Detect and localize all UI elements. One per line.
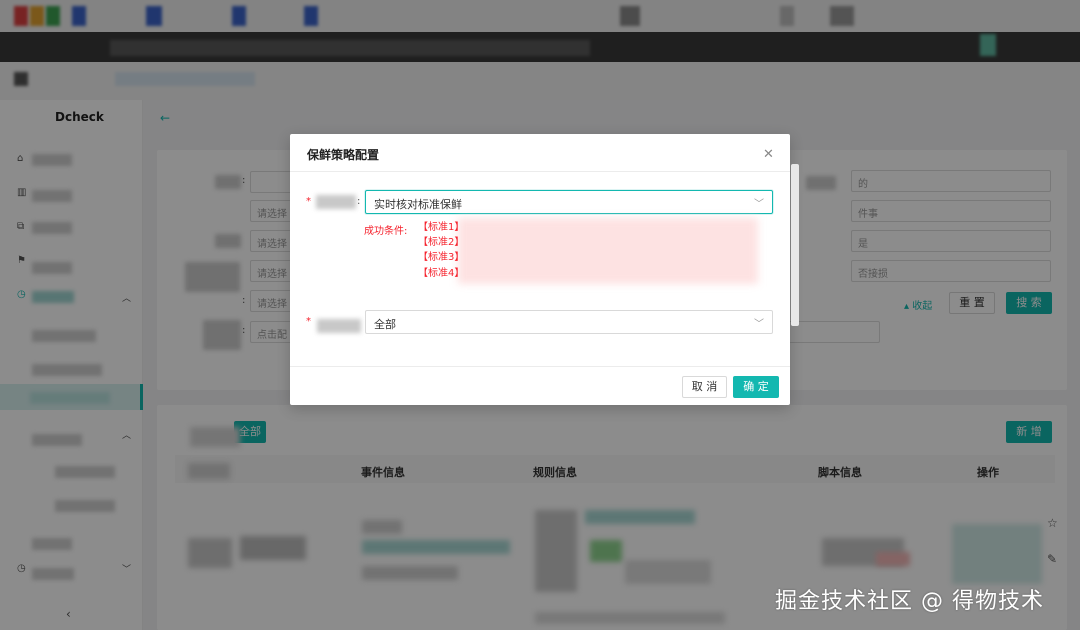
strategy-config-modal: 保鲜策略配置 ✕ * : 实时核对标准保鲜 ﹀ 成功条件: 【标准1】 【标准2… bbox=[290, 134, 799, 405]
field-label-strategy bbox=[316, 195, 356, 209]
cancel-button[interactable]: 取 消 bbox=[682, 376, 727, 398]
success-conditions-title: 成功条件: bbox=[364, 226, 408, 237]
close-icon[interactable]: ✕ bbox=[763, 147, 774, 162]
field-colon: : bbox=[357, 196, 361, 207]
required-mark: * bbox=[306, 196, 311, 207]
modal-title: 保鲜策略配置 bbox=[307, 148, 380, 162]
strategy-select-value: 实时核对标准保鲜 bbox=[374, 198, 462, 211]
condition-item: 【标准1】 bbox=[418, 222, 465, 233]
required-mark: * bbox=[306, 316, 311, 327]
condition-item: 【标准2】 bbox=[418, 237, 465, 248]
conditions-detail-redacted bbox=[458, 218, 758, 284]
modal-footer: 取 消 确 定 bbox=[290, 366, 790, 405]
strategy-select[interactable]: 实时核对标准保鲜 ﹀ bbox=[365, 190, 773, 214]
modal-scrollbar[interactable] bbox=[791, 164, 799, 326]
chevron-down-icon: ﹀ bbox=[754, 199, 764, 210]
condition-item: 【标准3】 bbox=[418, 252, 465, 263]
watermark: 掘金技术社区 @ 得物技术 bbox=[775, 589, 1044, 614]
scope-select[interactable]: 全部 ﹀ bbox=[365, 310, 773, 334]
field-label-scope bbox=[317, 319, 361, 333]
scope-select-value: 全部 bbox=[374, 318, 396, 331]
confirm-button[interactable]: 确 定 bbox=[733, 376, 779, 398]
condition-item: 【标准4】 bbox=[418, 268, 465, 279]
modal-header: 保鲜策略配置 ✕ bbox=[290, 134, 790, 172]
chevron-down-icon: ﹀ bbox=[754, 319, 764, 330]
